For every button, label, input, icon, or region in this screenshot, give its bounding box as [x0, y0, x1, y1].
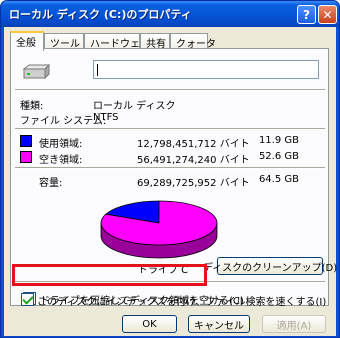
- divider: [15, 167, 325, 169]
- disk-usage-pie-chart: [100, 200, 218, 259]
- free-space-bytes: 56,491,274,240 バイト: [137, 155, 250, 166]
- capacity-bytes: 69,289,725,952 バイト: [137, 178, 250, 189]
- volume-name-input[interactable]: [93, 60, 319, 79]
- divider: [15, 89, 325, 91]
- close-button[interactable]: ✕: [318, 5, 337, 24]
- red-highlight-box: [12, 264, 207, 286]
- divider: [15, 128, 325, 130]
- index-disk-label[interactable]: このディスクにインデックスを付け、ファイル検索を速くする(I): [37, 293, 326, 308]
- used-space-label: 使用領域:: [39, 139, 83, 150]
- file-system-value: NTFS: [93, 112, 119, 123]
- free-space-size: 52.6 GB: [258, 151, 299, 162]
- dialog-client: 全般 ツール ハードウェア 共有 クォータ 種類: ローカル ディスク ファイル…: [4, 27, 337, 336]
- ok-button[interactable]: OK: [122, 315, 177, 333]
- text-caret: [97, 64, 98, 76]
- capacity-label: 容量:: [39, 178, 63, 189]
- used-space-size: 11.9 GB: [258, 135, 299, 146]
- disk-cleanup-button[interactable]: ディスクのクリーンアップ(D): [203, 257, 337, 275]
- hard-drive-icon: [22, 63, 51, 80]
- used-space-bytes: 12,798,451,712 バイト: [137, 139, 250, 150]
- help-button[interactable]: ?: [297, 5, 316, 24]
- properties-window: ローカル ディスク (C:)のプロパティ ? ✕ 全般 ツール ハードウェア 共…: [0, 0, 340, 338]
- apply-button[interactable]: 適用(A): [262, 315, 326, 333]
- tab-general[interactable]: 全般: [10, 31, 44, 51]
- free-space-label: 空き領域:: [39, 155, 83, 166]
- index-disk-checkbox[interactable]: [21, 293, 34, 306]
- window-title: ローカル ディスク (C:)のプロパティ: [9, 8, 192, 21]
- used-space-swatch: [20, 135, 32, 147]
- capacity-size: 64.5 GB: [258, 174, 299, 185]
- type-value: ローカル ディスク: [93, 101, 176, 112]
- type-label: 種類:: [20, 101, 44, 112]
- free-space-swatch: [20, 151, 32, 163]
- title-bar[interactable]: ローカル ディスク (C:)のプロパティ ? ✕: [1, 1, 339, 27]
- cancel-button[interactable]: キャンセル: [188, 315, 250, 333]
